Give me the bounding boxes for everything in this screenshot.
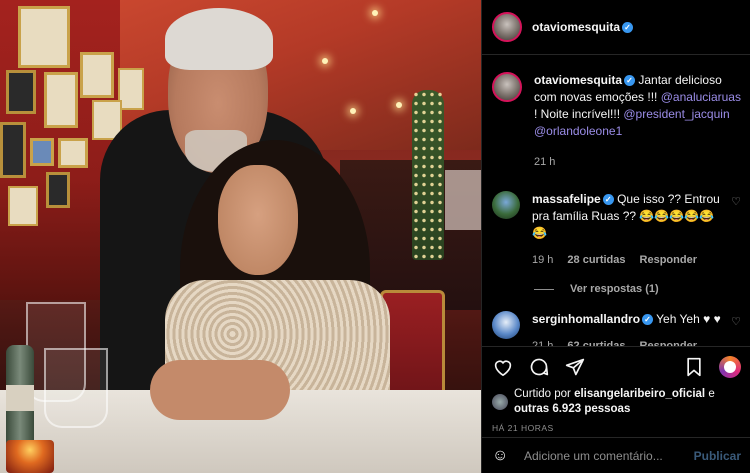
heart-icon[interactable]: [492, 356, 514, 378]
author-username[interactable]: otaviomesquita: [532, 20, 620, 34]
christmas-tree: [412, 90, 444, 260]
caption: otaviomesquita ✓ Jantar delicioso com nov…: [492, 72, 741, 171]
comment-like-heart-icon[interactable]: ♡: [731, 195, 741, 208]
post-side-panel: otaviomesquita ✓ otaviomesquita ✓ Jantar …: [481, 0, 750, 473]
wall-frame: [6, 70, 36, 114]
verified-badge-icon: ✓: [642, 314, 654, 326]
ceiling-light: [396, 102, 402, 108]
ceiling-light: [322, 58, 328, 64]
comment-body: massafelipe ✓ Que isso ?? Entrou pra famí…: [532, 191, 725, 269]
post-photo[interactable]: [0, 0, 481, 473]
reply-button[interactable]: Responder: [640, 252, 697, 269]
wall-frame: [46, 172, 70, 208]
wall-frame: [80, 52, 114, 98]
comment-body: serginhomallandro ✓ Yeh Yeh ♥ ♥ 21 h 62 c…: [532, 311, 725, 346]
verified-badge-icon: ✓: [622, 21, 634, 33]
publish-button[interactable]: Publicar: [694, 449, 741, 463]
comment-username[interactable]: serginhomallandro: [532, 312, 640, 326]
photo-arms: [150, 360, 290, 420]
mention-link[interactable]: @orlandoleone1: [534, 124, 622, 138]
comment-time[interactable]: 21 h: [532, 338, 553, 346]
send-icon[interactable]: [564, 356, 586, 378]
replies-divider: [534, 288, 554, 290]
post-header: otaviomesquita ✓: [482, 0, 750, 55]
photo-woman-face: [218, 165, 298, 275]
reply-button[interactable]: Responder: [640, 338, 697, 346]
author-avatar[interactable]: [492, 12, 522, 42]
bookmark-icon[interactable]: [683, 356, 705, 378]
caption-meta: 21 h: [534, 154, 741, 171]
ceiling-light: [350, 108, 356, 114]
photo-man-hair: [165, 8, 273, 70]
candle: [6, 440, 54, 473]
comment-input[interactable]: Adicione um comentário...: [524, 449, 694, 463]
action-bar: [482, 347, 750, 387]
comment-item: massafelipe ✓ Que isso ?? Entrou pra famí…: [492, 191, 741, 269]
photo-window: [445, 170, 481, 230]
caption-time[interactable]: 21 h: [534, 154, 555, 171]
view-replies-label: Ver respostas (1): [570, 283, 659, 295]
likes-others-link[interactable]: outras 6.923 pessoas: [514, 403, 630, 415]
wall-frame: [18, 6, 70, 68]
likes-text: Curtido por elisangelaribeiro_oficial e …: [514, 387, 715, 417]
caption-avatar[interactable]: [492, 72, 522, 102]
story-ring-icon[interactable]: [719, 356, 741, 378]
caption-text-mid: ! Noite incrível!!!: [534, 107, 624, 121]
wall-frame: [8, 186, 38, 226]
verified-badge-icon: ✓: [602, 194, 614, 206]
comment-meta: 19 h 28 curtidas Responder: [532, 252, 725, 269]
add-comment-bar: ☺ Adicione um comentário... Publicar: [482, 437, 750, 473]
water-glass: [44, 348, 108, 428]
comment-likes[interactable]: 62 curtidas: [567, 338, 625, 346]
instagram-post-modal: otaviomesquita ✓ otaviomesquita ✓ Jantar …: [0, 0, 750, 473]
caption-username[interactable]: otaviomesquita: [534, 73, 622, 87]
wall-frame: [0, 122, 26, 178]
story-ring-center: [724, 361, 736, 373]
emoji-icon[interactable]: ☺: [492, 447, 514, 465]
post-timestamp[interactable]: HÁ 21 HORAS: [482, 417, 750, 433]
caption-body: otaviomesquita ✓ Jantar delicioso com nov…: [534, 72, 741, 171]
comment-time[interactable]: 19 h: [532, 252, 553, 269]
comment-text: Yeh Yeh ♥ ♥: [656, 312, 721, 326]
liker-username[interactable]: elisangelaribeiro_oficial: [574, 388, 705, 400]
commenter-avatar[interactable]: [492, 311, 520, 339]
commenter-avatar[interactable]: [492, 191, 520, 219]
wall-frame: [30, 138, 54, 166]
comment-like-heart-icon[interactable]: ♡: [731, 315, 741, 328]
wall-frame: [58, 138, 88, 168]
likes-prefix: Curtido por: [514, 388, 575, 400]
wall-frame: [44, 72, 78, 128]
ceiling-light: [372, 10, 378, 16]
view-replies-button[interactable]: Ver respostas (1): [534, 283, 741, 295]
verified-badge-icon: ✓: [624, 75, 636, 87]
likes-summary: Curtido por elisangelaribeiro_oficial e …: [482, 387, 750, 417]
comment-icon[interactable]: [528, 356, 550, 378]
mention-link[interactable]: @analuciaruas: [661, 90, 741, 104]
comments-list[interactable]: otaviomesquita ✓ Jantar delicioso com nov…: [482, 56, 750, 346]
likes-joiner: e: [705, 388, 715, 400]
comment-likes[interactable]: 28 curtidas: [567, 252, 625, 269]
liker-avatar[interactable]: [492, 394, 508, 410]
comment-meta: 21 h 62 curtidas Responder: [532, 338, 725, 346]
comment-item: serginhomallandro ✓ Yeh Yeh ♥ ♥ 21 h 62 c…: [492, 311, 741, 346]
mention-link[interactable]: @president_jacquin: [623, 107, 729, 121]
comment-username[interactable]: massafelipe: [532, 192, 601, 206]
bottle-label: [6, 385, 34, 411]
